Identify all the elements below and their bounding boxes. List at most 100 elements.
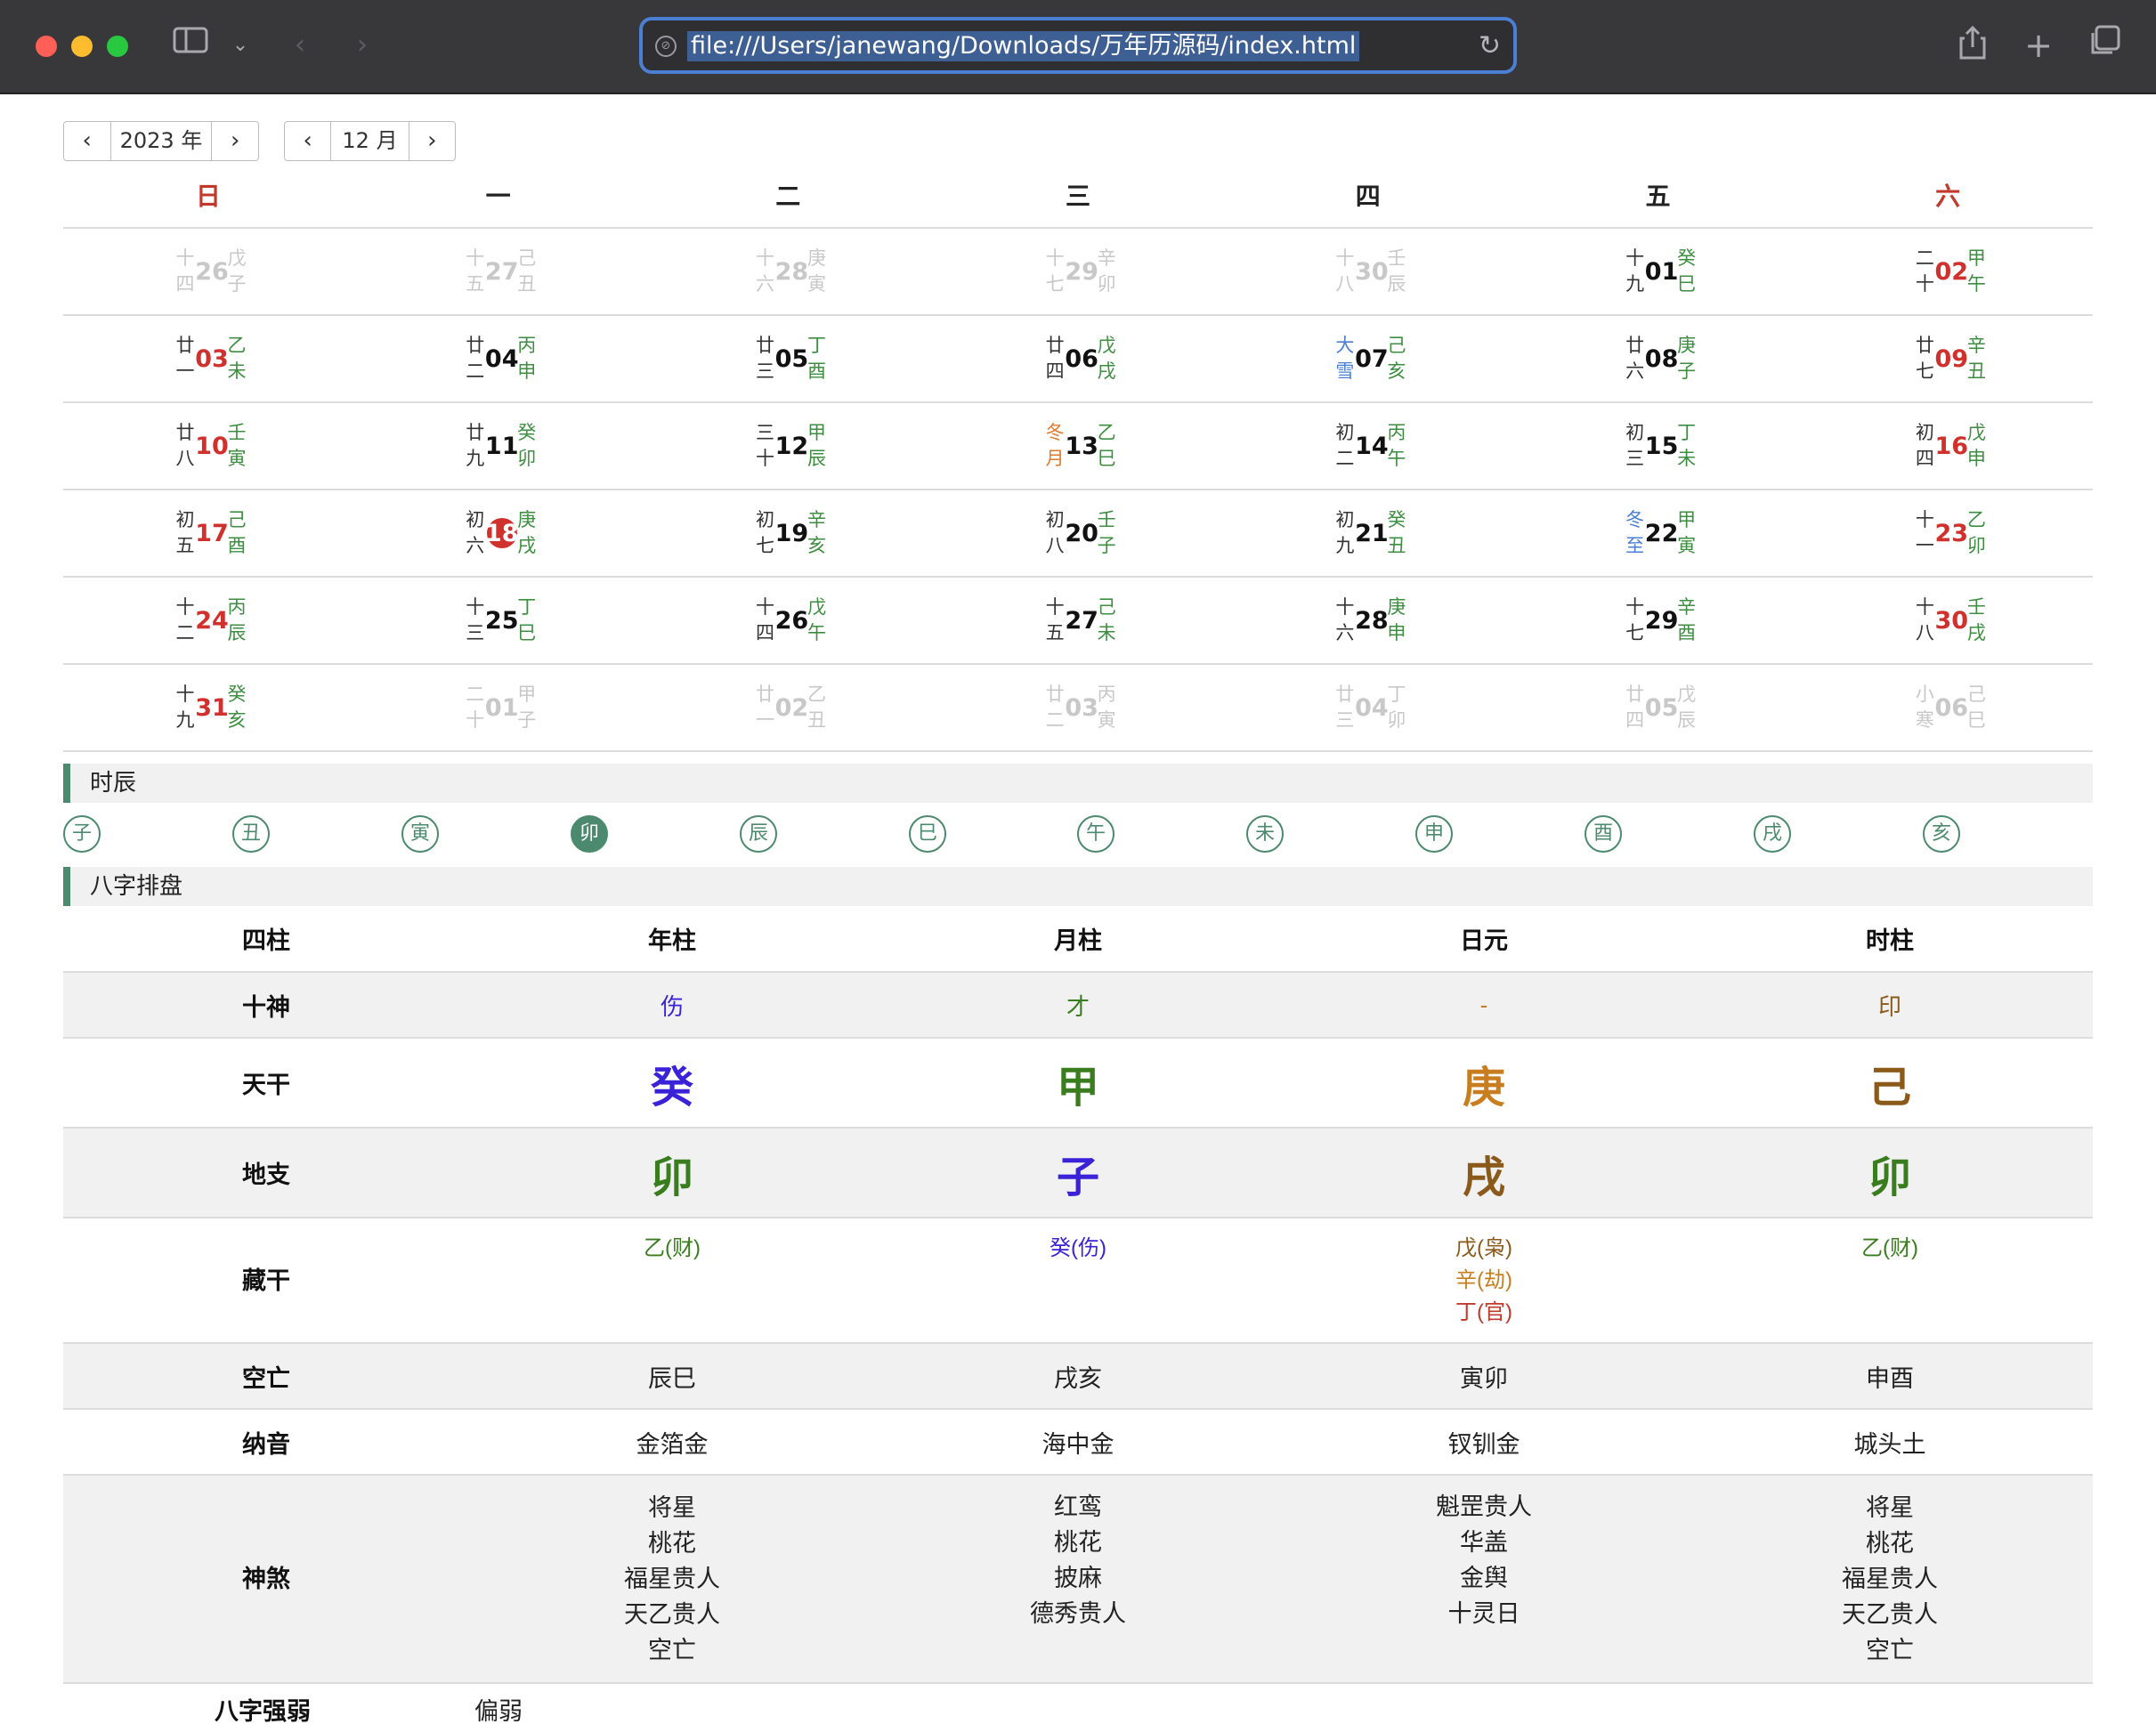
- calendar-day[interactable]: 二十 02 甲午: [1803, 229, 2093, 314]
- shensha-item: 桃花: [1054, 1529, 1102, 1556]
- calendar-day[interactable]: 廿一 03 乙未: [63, 316, 353, 401]
- calendar-day[interactable]: 廿一 02 乙丑: [643, 665, 933, 750]
- day-ganzhi: 乙未: [227, 335, 247, 382]
- shichen-hour-6[interactable]: 巳: [909, 815, 946, 853]
- nayin-cell: 金箔金: [469, 1409, 875, 1476]
- calendar-day[interactable]: 冬至 22 甲寅: [1513, 490, 1803, 576]
- calendar-day[interactable]: 十四 26 戊子: [63, 229, 353, 314]
- forward-icon[interactable]: ›: [349, 25, 376, 66]
- weekday-sat: 六: [1935, 182, 1961, 211]
- calendar-day[interactable]: 廿六 08 庚子: [1513, 316, 1803, 401]
- calendar-day[interactable]: 廿四 05 戊辰: [1513, 665, 1803, 750]
- weekday-tue: 二: [775, 182, 801, 211]
- calendar-day[interactable]: 十六 28 庚申: [1223, 578, 1513, 663]
- calendar-day[interactable]: 初三 15 丁未: [1513, 403, 1803, 489]
- calendar-day[interactable]: 廿三 04 丁卯: [1223, 665, 1513, 750]
- prev-month-button[interactable]: ‹: [285, 122, 330, 160]
- calendar-day[interactable]: 初八 20 壬子: [933, 490, 1223, 576]
- calendar-day[interactable]: 十一 23 乙卯: [1803, 490, 2093, 576]
- url-text[interactable]: file:///Users/janewang/Downloads/万年历源码/i…: [687, 31, 1360, 61]
- shichen-hour-7[interactable]: 午: [1077, 815, 1114, 853]
- dizhi-cell: 子: [875, 1128, 1281, 1218]
- day-ganzhi: 庚申: [1387, 596, 1406, 643]
- calendar-day[interactable]: 十七 29 辛卯: [933, 229, 1223, 314]
- shichen-hour-2[interactable]: 丑: [232, 815, 270, 853]
- zoom-window-button[interactable]: [107, 36, 128, 57]
- shichen-hour-9[interactable]: 申: [1415, 815, 1453, 853]
- calendar-day[interactable]: 三十 12 甲辰: [643, 403, 933, 489]
- calendar-day[interactable]: 廿二 03 丙寅: [933, 665, 1223, 750]
- shichen-hour-5[interactable]: 辰: [740, 815, 777, 853]
- calendar-day[interactable]: 初七 19 辛亥: [643, 490, 933, 576]
- day-ganzhi: 癸巳: [1677, 247, 1697, 295]
- calendar-day[interactable]: 十五 27 己丑: [353, 229, 644, 314]
- share-icon[interactable]: [1957, 25, 1989, 66]
- calendar-day[interactable]: 十五 27 己未: [933, 578, 1223, 663]
- back-icon[interactable]: ‹: [287, 25, 313, 66]
- shishen-cell: 伤: [469, 972, 875, 1039]
- dizhi-row: 地支 卯 子 戌 卯: [63, 1128, 2093, 1218]
- shishen-row: 十神 伤 才 - 印: [63, 972, 2093, 1039]
- calendar-day[interactable]: 十八 30 壬辰: [1223, 229, 1513, 314]
- calendar-day[interactable]: 二十 01 甲子: [353, 665, 644, 750]
- calendar-day[interactable]: 初五 17 己酉: [63, 490, 353, 576]
- new-tab-icon[interactable]: +: [2022, 25, 2055, 66]
- calendar-day[interactable]: 十九 01 癸巳: [1513, 229, 1803, 314]
- row-label: 地支: [63, 1128, 469, 1218]
- year-value[interactable]: 2023 年: [109, 122, 213, 160]
- weekday-header: 日 一 二 三 四 五 六: [63, 174, 2093, 229]
- shensha-item: 天乙贵人: [1842, 1601, 1938, 1628]
- calendar-day[interactable]: 廿七 09 辛丑: [1803, 316, 2093, 401]
- month-value[interactable]: 12 月: [330, 122, 409, 160]
- shichen-hour-4[interactable]: 卯: [571, 815, 608, 853]
- close-window-button[interactable]: [36, 36, 57, 57]
- calendar-day-today[interactable]: 初六 18 庚戌: [353, 490, 644, 576]
- calendar-day[interactable]: 初四 16 戊申: [1803, 403, 2093, 489]
- weekday-wed: 三: [1066, 182, 1091, 211]
- calendar-day[interactable]: 十二 24 丙辰: [63, 578, 353, 663]
- sidebar-toggle-icon[interactable]: [171, 25, 210, 66]
- calendar-day[interactable]: 廿三 05 丁酉: [643, 316, 933, 401]
- day-number: 18: [482, 518, 522, 550]
- calendar-day[interactable]: 初九 21 癸丑: [1223, 490, 1513, 576]
- calendar-day[interactable]: 廿四 06 戊戌: [933, 316, 1223, 401]
- dizhi-cell: 戌: [1281, 1128, 1687, 1218]
- next-month-button[interactable]: ›: [409, 122, 455, 160]
- shensha-cell: 魁罡贵人 华盖 金舆 十灵日: [1281, 1475, 1687, 1684]
- shichen-hour-12[interactable]: 亥: [1923, 815, 1960, 853]
- shichen-hour-11[interactable]: 戌: [1754, 815, 1791, 853]
- row-label: 神煞: [63, 1475, 469, 1684]
- bazi-section-title: 八字排盘: [63, 867, 2093, 906]
- calendar-day[interactable]: 廿二 04 丙申: [353, 316, 644, 401]
- address-bar[interactable]: ⊘ file:///Users/janewang/Downloads/万年历源码…: [639, 17, 1517, 74]
- day-ganzhi: 壬戌: [1966, 596, 1986, 643]
- nayin-cell: 城头土: [1687, 1409, 2093, 1476]
- calendar-day[interactable]: 十八 30 壬戌: [1803, 578, 2093, 663]
- calendar-day[interactable]: 廿九 11 癸卯: [353, 403, 644, 489]
- calendar-day[interactable]: 廿八 10 壬寅: [63, 403, 353, 489]
- calendar-day[interactable]: 十七 29 辛酉: [1513, 578, 1803, 663]
- calendar-day[interactable]: 大雪 07 己亥: [1223, 316, 1513, 401]
- minimize-window-button[interactable]: [71, 36, 93, 57]
- next-year-button[interactable]: ›: [212, 122, 258, 160]
- reload-icon[interactable]: ↻: [1479, 29, 1501, 63]
- calendar-day[interactable]: 十六 28 庚寅: [643, 229, 933, 314]
- shichen-hour-1[interactable]: 子: [63, 815, 101, 853]
- chevron-down-icon[interactable]: ⌄: [230, 25, 251, 66]
- shichen-hour-10[interactable]: 酉: [1585, 815, 1622, 853]
- tab-overview-icon[interactable]: [2088, 25, 2120, 66]
- prev-year-button[interactable]: ‹: [64, 122, 110, 160]
- calendar-day[interactable]: 冬月 13 乙巳: [933, 403, 1223, 489]
- calendar-day[interactable]: 十四 26 戊午: [643, 578, 933, 663]
- day-ganzhi: 戊午: [806, 596, 826, 643]
- calendar-day[interactable]: 初二 14 丙午: [1223, 403, 1513, 489]
- tiangan-row: 天干 癸 甲 庚 己: [63, 1038, 2093, 1129]
- tiangan-cell: 己: [1687, 1038, 2093, 1129]
- shichen-hour-3[interactable]: 寅: [401, 815, 439, 853]
- calendar-day[interactable]: 十三 25 丁巳: [353, 578, 644, 663]
- day-ganzhi: 癸亥: [227, 684, 247, 731]
- shichen-hour-8[interactable]: 未: [1246, 815, 1284, 853]
- calendar-day[interactable]: 小寒 06 己巳: [1803, 665, 2093, 750]
- col-header-sizhu: 四柱: [63, 906, 469, 973]
- calendar-day[interactable]: 十九 31 癸亥: [63, 665, 353, 750]
